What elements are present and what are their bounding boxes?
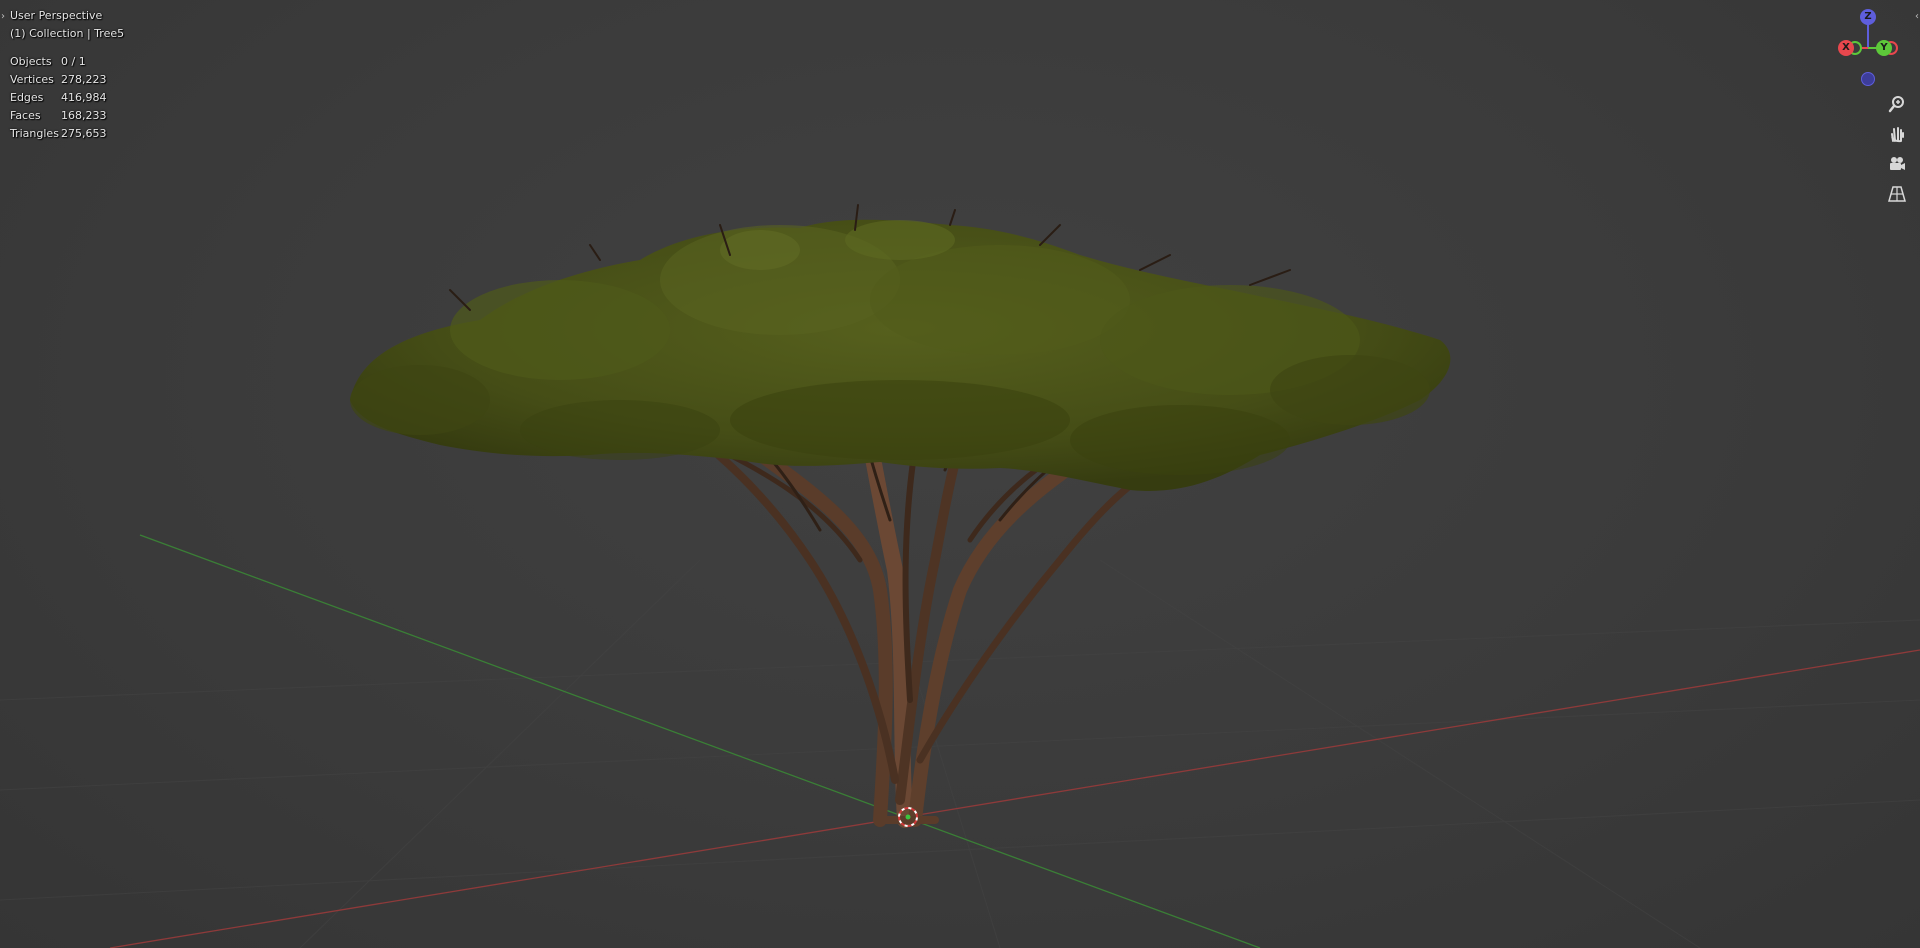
collection-label: (1) Collection | Tree5 <box>10 27 125 40</box>
perspective-toggle-button[interactable] <box>1884 181 1910 207</box>
stat-value: 168,233 <box>61 109 107 122</box>
pan-button[interactable] <box>1884 121 1910 147</box>
navigation-gizmo[interactable]: Z X Y <box>1834 6 1898 88</box>
stat-label: Triangles <box>10 127 59 140</box>
floor-grid <box>0 559 1920 948</box>
stat-value: 275,653 <box>61 127 107 140</box>
stat-label: Edges <box>10 91 44 104</box>
hand-pan-icon <box>1891 127 1904 143</box>
camera-view-icon <box>1890 157 1905 170</box>
3d-viewport[interactable]: › ‹ User Perspective (1) Collection | Tr… <box>0 0 1920 948</box>
stat-value: 416,984 <box>61 91 107 104</box>
stat-value: 278,223 <box>61 73 107 86</box>
stat-label: Faces <box>10 109 41 122</box>
perspective-grid-icon <box>1888 186 1906 202</box>
x-axis-line <box>109 649 1920 948</box>
gizmo-neg-z-ball[interactable] <box>1861 72 1875 86</box>
right-panel-toggle-arrow[interactable]: ‹ <box>1915 12 1919 22</box>
y-axis-line <box>139 534 1261 948</box>
stat-value: 0 / 1 <box>61 55 86 68</box>
stat-label: Objects <box>10 55 52 68</box>
left-panel-toggle-arrow[interactable]: › <box>1 12 5 22</box>
scene <box>0 204 1920 948</box>
gizmo-y-ball[interactable]: Y <box>1876 40 1892 56</box>
zoom-button[interactable] <box>1884 91 1910 117</box>
tree-canopy <box>350 219 1451 491</box>
view-name: User Perspective <box>10 9 103 22</box>
zoom-icon <box>1888 96 1904 113</box>
camera-view-button[interactable] <box>1884 151 1910 177</box>
stat-label: Vertices <box>10 73 54 86</box>
gizmo-x-ball[interactable]: X <box>1838 40 1854 56</box>
gizmo-z-ball[interactable]: Z <box>1860 9 1876 25</box>
